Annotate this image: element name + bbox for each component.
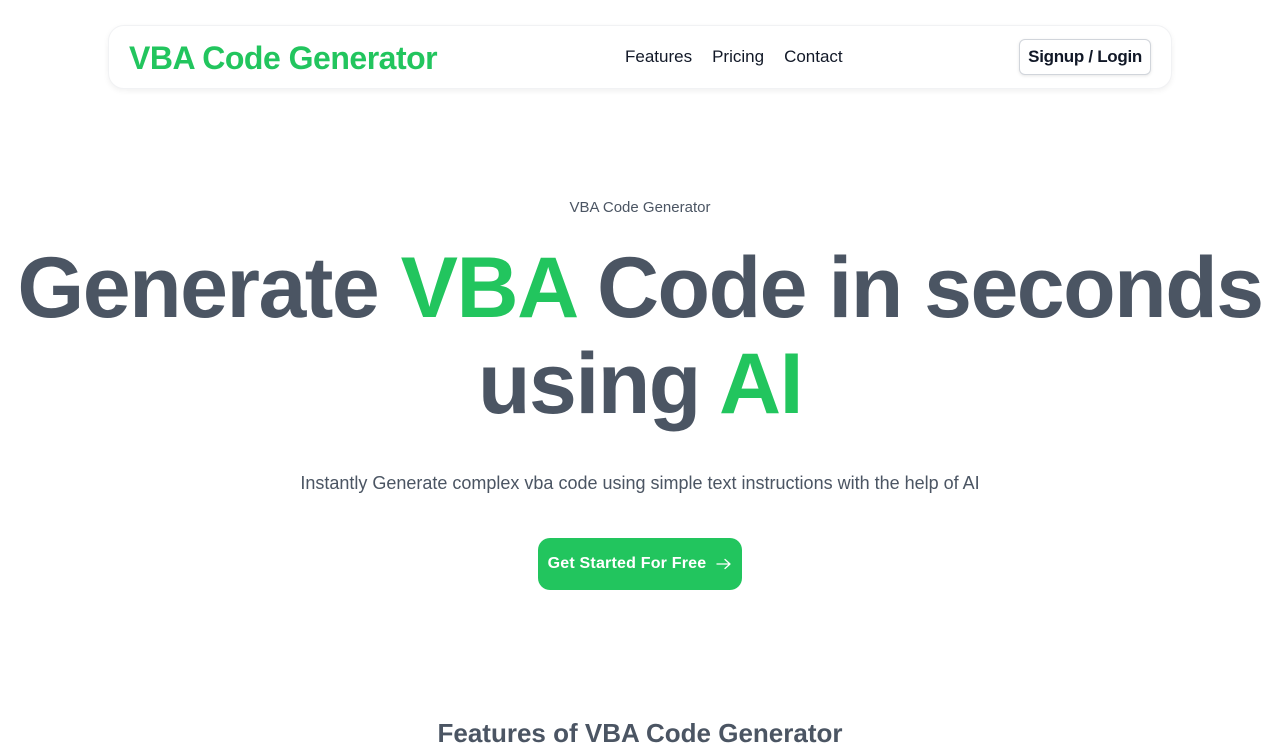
get-started-label: Get Started For Free: [547, 555, 707, 572]
headline-accent: AI: [719, 336, 804, 432]
nav-link-contact[interactable]: Contact: [784, 47, 843, 67]
headline-part: Generate: [17, 240, 401, 336]
nav-link-features[interactable]: Features: [625, 47, 692, 67]
logo[interactable]: VBA Code Generator: [129, 40, 438, 77]
hero-subtext: Instantly Generate complex vba code usin…: [300, 473, 980, 493]
navbar: VBA Code Generator Features Pricing Cont…: [108, 25, 1172, 89]
headline-part: using: [477, 336, 720, 432]
get-started-button[interactable]: Get Started For Free: [538, 538, 742, 590]
signup-login-button[interactable]: Signup / Login: [1019, 39, 1151, 75]
hero-eyebrow: VBA Code Generator: [569, 199, 711, 216]
headline-part: Code in seconds: [574, 240, 1264, 336]
nav-link-pricing[interactable]: Pricing: [712, 47, 764, 67]
arrow-right-icon: [716, 558, 732, 570]
features-section-title: Features of VBA Code Generator: [437, 717, 843, 748]
hero-headline: Generate VBA Code in seconds using AI: [0, 240, 1280, 432]
headline-accent: VBA: [400, 240, 576, 336]
nav-links: Features Pricing Contact: [625, 47, 843, 67]
